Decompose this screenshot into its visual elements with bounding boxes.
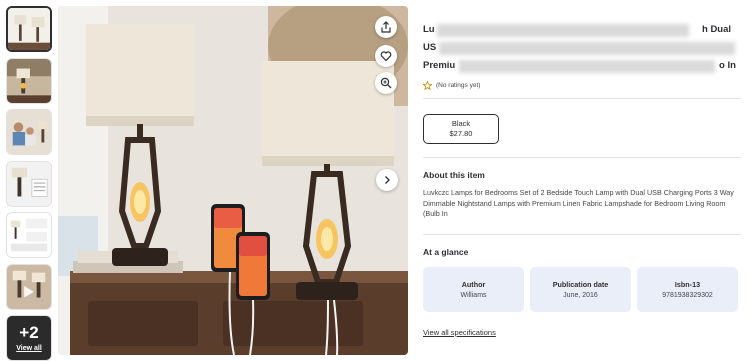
redacted-text: [437, 24, 689, 37]
view-all-specifications-link[interactable]: View all specifications: [423, 328, 496, 337]
thumbnail-list: +2 View all: [6, 6, 52, 361]
heart-icon: [380, 51, 392, 62]
variant-price: $27.80: [449, 129, 473, 138]
favorite-button[interactable]: [375, 45, 397, 67]
at-a-glance-cards: Author Williams Publication date June, 2…: [423, 266, 741, 312]
product-details: Lu h Dual US Premiu o In (No ratings yet…: [423, 0, 741, 340]
spec-card-publication-date: Publication date June, 2016: [530, 266, 631, 312]
product-title: Lu h Dual US Premiu o In: [423, 21, 741, 75]
spec-value: 9781938329302: [662, 291, 713, 299]
thumbnail-6[interactable]: [6, 263, 52, 310]
divider: [423, 98, 741, 99]
variant-name: Black: [451, 119, 471, 128]
spec-card-isbn: Isbn-13 9781938329302: [637, 266, 738, 312]
product-hero-image[interactable]: [58, 6, 408, 355]
divider: [423, 233, 741, 235]
zoom-in-icon: [380, 77, 392, 89]
more-images-count: +2: [19, 323, 39, 342]
thumbnail-5[interactable]: [6, 212, 52, 258]
share-button[interactable]: [375, 16, 397, 38]
title-fragment: US: [423, 42, 437, 53]
divider: [423, 157, 741, 158]
thumbnail-2[interactable]: [6, 57, 52, 104]
spec-label: Publication date: [552, 279, 609, 289]
title-fragment: Lu: [423, 24, 435, 35]
next-image-button[interactable]: [376, 169, 398, 191]
thumbnail-4[interactable]: [6, 160, 52, 207]
about-heading: About this item: [423, 170, 485, 180]
variant-option-black[interactable]: Black $27.80: [423, 114, 499, 144]
chevron-right-icon: [385, 176, 390, 184]
rating-row[interactable]: (No ratings yet): [423, 81, 741, 90]
about-description: Luvkczc Lamps for Bedrooms Set of 2 Beds…: [423, 188, 734, 218]
title-fragment: Premiu: [423, 60, 456, 71]
view-all-label: View all: [16, 345, 42, 352]
spec-value: Williams: [460, 291, 487, 299]
thumbnail-3[interactable]: [6, 109, 52, 155]
zoom-button[interactable]: [375, 72, 397, 94]
redacted-text: [439, 42, 735, 55]
rating-text: (No ratings yet): [436, 82, 481, 89]
spec-card-author: Author Williams: [423, 266, 524, 312]
share-icon: [381, 21, 391, 33]
view-all-images-button[interactable]: +2 View all: [6, 315, 52, 361]
at-a-glance-heading: At a glance: [423, 246, 469, 257]
spec-label: Author: [461, 279, 486, 289]
spec-value: June, 2016: [563, 291, 598, 299]
redacted-text: [459, 60, 715, 73]
star-outline-icon: [423, 81, 432, 90]
title-fragment: h Dual: [702, 24, 732, 35]
spec-label: Isbn-13: [674, 279, 701, 289]
title-fragment: o In: [719, 60, 736, 71]
thumbnail-1[interactable]: [6, 6, 52, 52]
